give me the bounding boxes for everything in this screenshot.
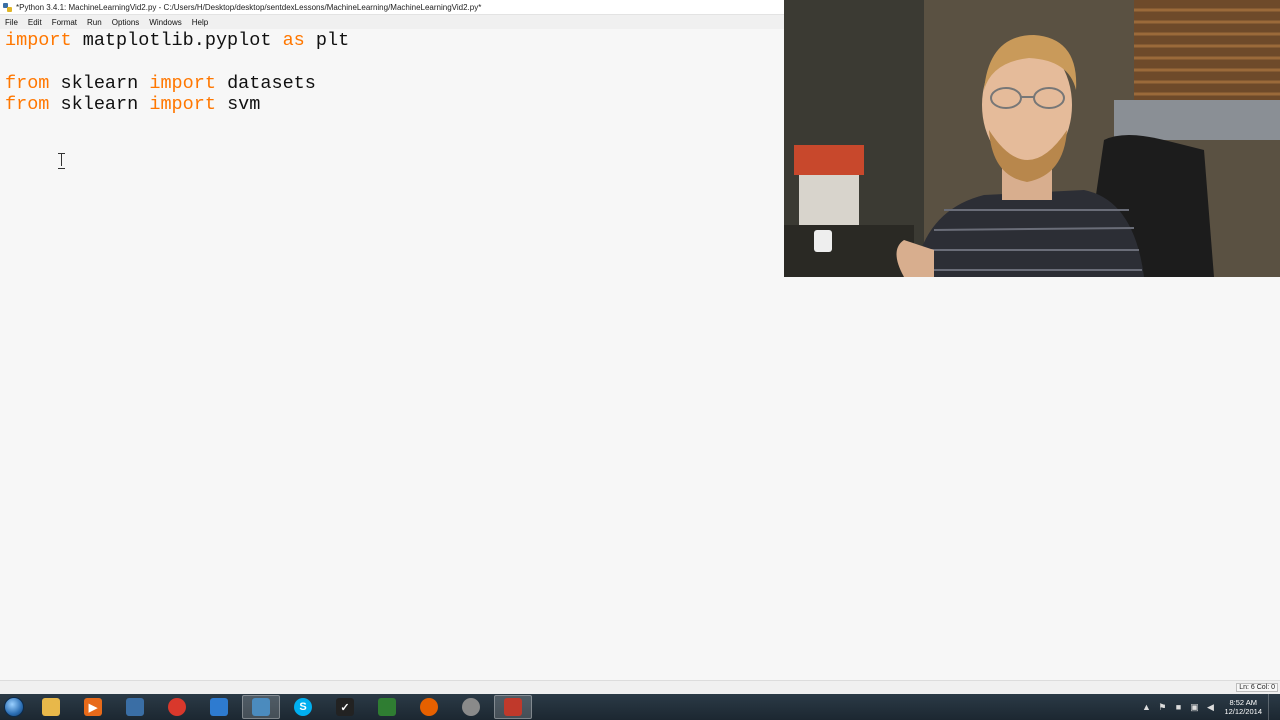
taskbar-app[interactable] [452,695,490,719]
menu-options[interactable]: Options [112,18,140,27]
start-button[interactable] [0,694,28,720]
code-text: sklearn [49,94,150,115]
inkscape-icon: ✓ [336,698,354,716]
volume-icon[interactable]: ◀ [1205,702,1215,712]
python-icon [3,2,12,12]
system-tray: ▲ ⚑ ■ ▣ ◀ 8:52 AM 12/12/2014 [1138,694,1280,720]
menu-help[interactable]: Help [192,18,208,27]
window-title: *Python 3.4.1: MachineLearningVid2.py - … [16,2,482,12]
cursor-position: Ln: 6 Col: 0 [1236,683,1278,692]
taskbar-app[interactable] [32,695,70,719]
taskbar-app[interactable] [116,695,154,719]
menu-format[interactable]: Format [52,18,77,27]
taskbar-app[interactable] [200,695,238,719]
chrome-icon [168,698,186,716]
menu-run[interactable]: Run [87,18,102,27]
taskbar-app[interactable] [158,695,196,719]
network-icon[interactable]: ▣ [1189,702,1199,712]
code-line-1: import matplotlib.pyplot as plt [5,30,349,52]
keyword: import [149,94,216,115]
code-text: datasets [215,73,316,94]
taskbar-app[interactable]: S [284,695,322,719]
python-idle-icon [252,698,270,716]
menu-windows[interactable]: Windows [149,18,181,27]
code-text: svm [215,94,261,115]
webcam-overlay [784,0,1280,277]
ibeam-cursor-icon [58,153,66,169]
media-player-icon: ▶ [84,698,102,716]
flag-icon[interactable]: ⚑ [1157,702,1167,712]
firefox-icon [420,698,438,716]
windows-logo-icon [4,697,24,717]
paint-app-icon [504,698,522,716]
keyword: from [5,73,50,94]
menu-file[interactable]: File [5,18,18,27]
text-editor-icon [210,698,228,716]
show-hidden-icons-icon[interactable]: ▲ [1141,702,1151,712]
status-bar: Ln: 6 Col: 0 [0,680,1280,694]
taskbar: ▶ S ✓ ▲ ⚑ ■ ▣ ◀ 8:52 AM 12/12/2014 [0,694,1280,720]
taskbar-app-active[interactable] [494,695,532,719]
code-line-4: from sklearn import svm [5,94,260,116]
code-line-3: from sklearn import datasets [5,73,316,95]
code-text: matplotlib.pyplot [71,30,283,51]
taskbar-app[interactable] [368,695,406,719]
webcam-image [784,0,1280,277]
screen: *Python 3.4.1: MachineLearningVid2.py - … [0,0,1280,720]
clock[interactable]: 8:52 AM 12/12/2014 [1224,698,1262,716]
menu-edit[interactable]: Edit [28,18,42,27]
taskbar-app[interactable]: ✓ [326,695,364,719]
clock-time: 8:52 AM [1229,698,1257,707]
python-file-icon [126,698,144,716]
file-explorer-icon [42,698,60,716]
keyword: import [5,30,72,51]
show-desktop-button[interactable] [1268,694,1276,720]
keyword: as [282,30,305,51]
action-center-icon[interactable]: ■ [1173,702,1183,712]
taskbar-app[interactable] [410,695,448,719]
taskbar-app[interactable]: ▶ [74,695,112,719]
code-text: sklearn [49,73,150,94]
keyword: import [149,73,216,94]
clock-date: 12/12/2014 [1224,707,1262,716]
search-app-icon [462,698,480,716]
terminal-icon [378,698,396,716]
code-text: plt [304,30,350,51]
taskbar-app-active[interactable] [242,695,280,719]
keyword: from [5,94,50,115]
skype-icon: S [294,698,312,716]
